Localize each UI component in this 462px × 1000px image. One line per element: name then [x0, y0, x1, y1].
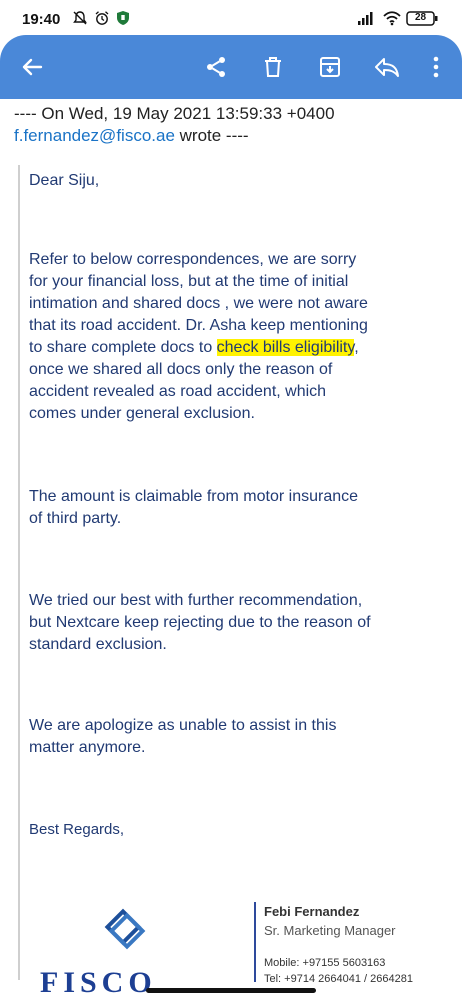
- more-vert-icon: [433, 56, 439, 78]
- quote-header-date: ---- On Wed, 19 May 2021 13:59:33 +0400: [14, 104, 335, 123]
- quote-header-sender: f.fernandez@fisco.ae wrote ----: [14, 126, 249, 146]
- status-time: 19:40: [22, 11, 61, 28]
- paragraph-line: We tried our best with further recommend…: [29, 592, 363, 609]
- wifi-icon: [382, 10, 402, 31]
- signature-tel: Tel: +9714 2664041 / 2664281: [264, 973, 413, 985]
- sender-email-link[interactable]: f.fernandez@fisco.ae: [14, 126, 175, 145]
- signature-title: Sr. Marketing Manager: [264, 923, 396, 938]
- paragraph-line: accident revealed as road accident, whic…: [29, 383, 327, 400]
- paragraph-line: but Nextcare keep rejecting due to the r…: [29, 614, 371, 631]
- wrote-label: wrote ----: [174, 126, 249, 145]
- battery-level: 28: [414, 12, 427, 23]
- status-bar: 19:40 28: [0, 0, 462, 38]
- paragraph-line: matter anymore.: [29, 739, 146, 756]
- delete-button[interactable]: [255, 49, 291, 85]
- line-text: to share complete docs to: [29, 339, 217, 356]
- paragraph-line: intimation and shared docs , we were not…: [29, 295, 368, 312]
- paragraph-4: We are apologize as unable to assist in …: [29, 715, 401, 759]
- paragraph-line: once we shared all docs only the reason …: [29, 361, 333, 378]
- paragraph-line: for your financial loss, but at the time…: [29, 273, 349, 290]
- share-icon: [207, 57, 225, 77]
- line-text: ,: [354, 339, 359, 356]
- paragraph-1: Refer to below correspondences, we are s…: [29, 249, 401, 425]
- signature-block: FISCO Febi Fernandez Sr. Marketing Manag…: [38, 870, 418, 999]
- paragraph-3: We tried our best with further recommend…: [29, 590, 401, 656]
- back-arrow-icon: [22, 58, 43, 76]
- greeting: Dear Siju,: [29, 172, 100, 189]
- paragraph-2: The amount is claimable from motor insur…: [29, 486, 401, 530]
- signature-divider: [254, 902, 256, 982]
- signature-name: Febi Fernandez: [264, 904, 360, 919]
- fisco-logo-icon: [104, 908, 146, 950]
- signal-icon: [357, 10, 377, 31]
- fisco-brand: FISCO: [40, 966, 157, 999]
- shield-icon: [116, 10, 130, 31]
- reply-icon: [375, 58, 399, 77]
- highlighted-text: check bills eligibility: [216, 339, 355, 356]
- paragraph-line: of third party.: [29, 510, 122, 527]
- more-options-button[interactable]: [418, 49, 454, 85]
- app-toolbar: [0, 35, 462, 99]
- archive-icon: [320, 57, 340, 77]
- share-button[interactable]: [198, 49, 234, 85]
- reply-button[interactable]: [369, 49, 405, 85]
- paragraph-line: comes under general exclusion.: [29, 405, 255, 422]
- paragraph-line: Refer to below correspondences, we are s…: [29, 251, 357, 268]
- home-indicator[interactable]: [146, 988, 316, 993]
- paragraph-line: that its road accident. Dr. Asha keep me…: [29, 317, 368, 334]
- archive-button[interactable]: [312, 49, 348, 85]
- battery-icon: 28: [406, 11, 438, 31]
- paragraph-line: standard exclusion.: [29, 636, 167, 653]
- closing: Best Regards,: [29, 821, 125, 838]
- back-button[interactable]: [14, 49, 50, 85]
- signature-mobile: Mobile: +97155 5603163: [264, 957, 386, 969]
- quote-bar: [18, 165, 20, 980]
- paragraph-line: to share complete docs to check bills el…: [29, 337, 401, 359]
- trash-icon: [265, 57, 281, 77]
- mute-bell-icon: [72, 10, 88, 31]
- paragraph-line: We are apologize as unable to assist in …: [29, 717, 337, 734]
- paragraph-line: The amount is claimable from motor insur…: [29, 488, 359, 505]
- alarm-icon: [94, 10, 110, 31]
